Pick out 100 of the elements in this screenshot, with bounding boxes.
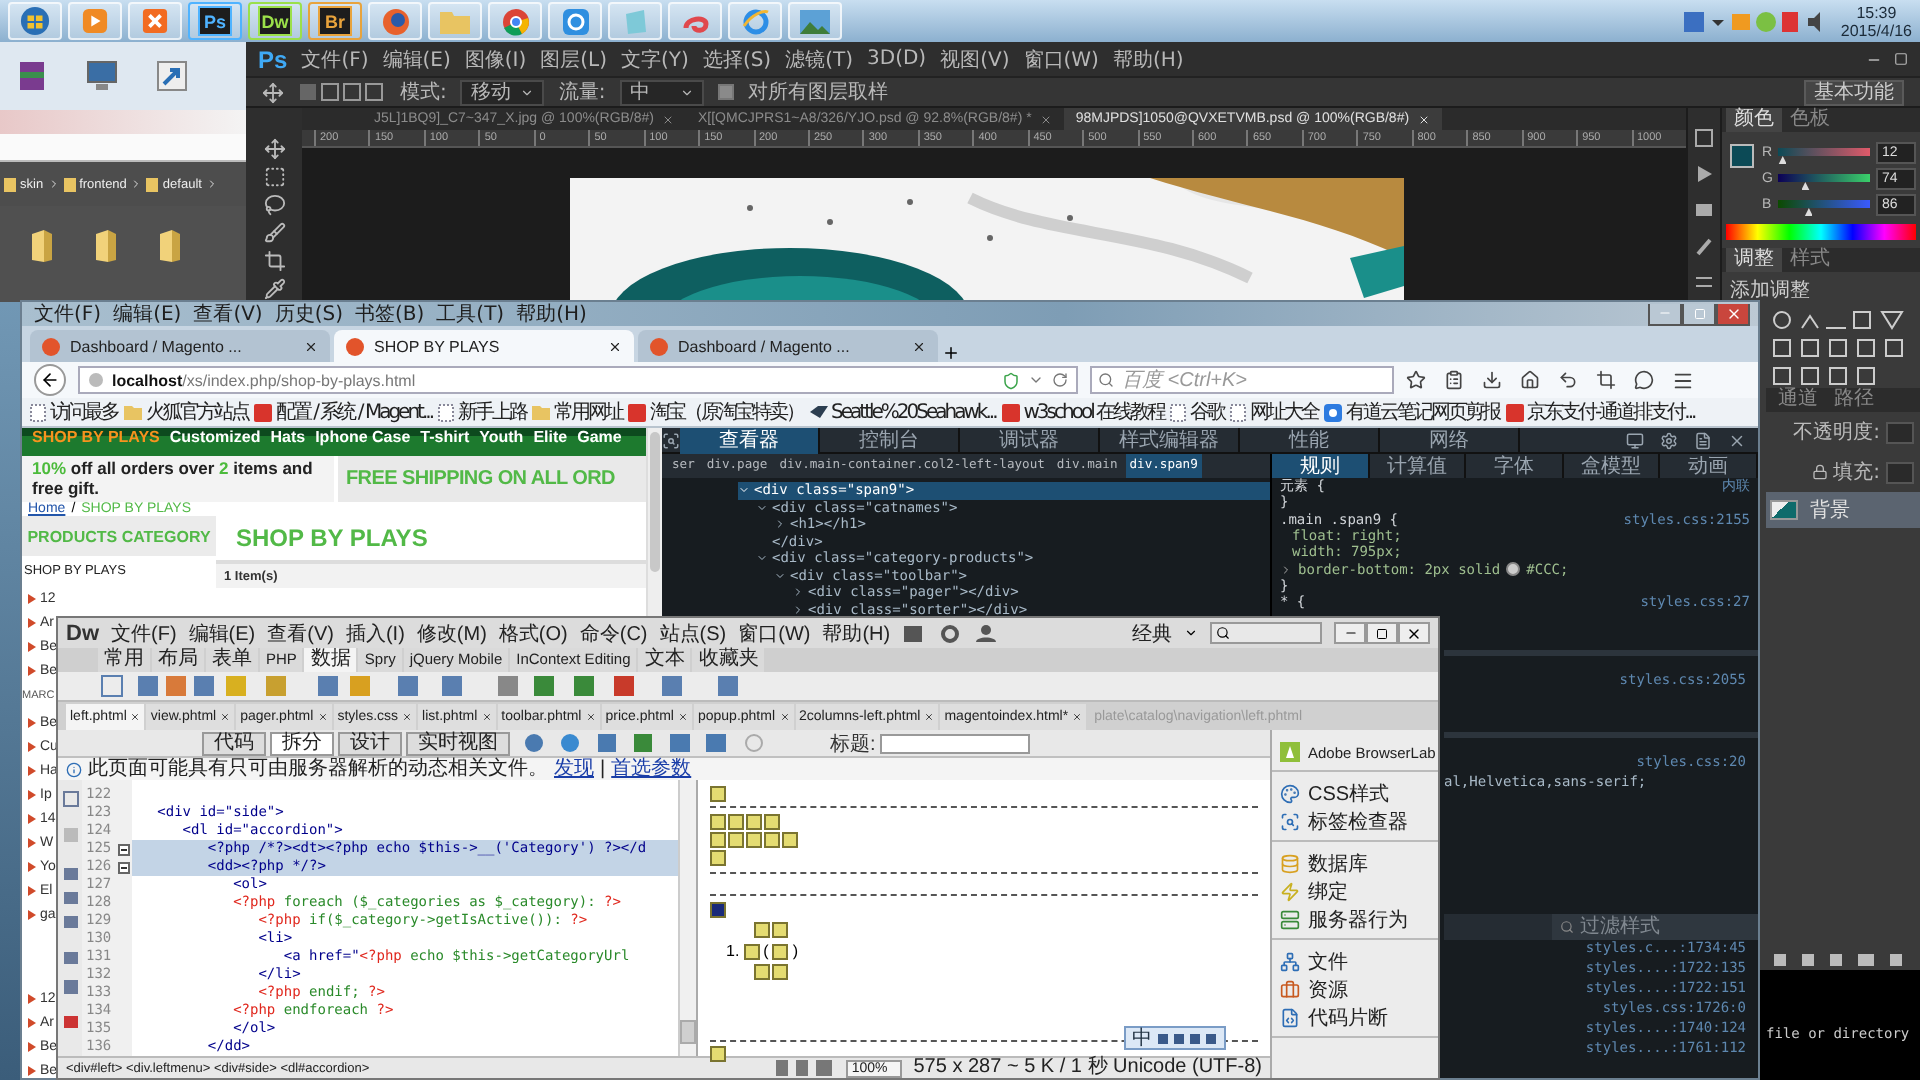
clipboard-icon[interactable] bbox=[1444, 370, 1464, 390]
slider-thumb[interactable] bbox=[1804, 208, 1813, 216]
menu-item[interactable]: 3D(D) bbox=[867, 48, 927, 70]
taskbar-button[interactable]: Br bbox=[308, 2, 362, 40]
panel-item[interactable]: 服务器行为 bbox=[1272, 906, 1438, 934]
fold-icon[interactable] bbox=[118, 843, 130, 855]
preferences-link[interactable]: 首选参数 bbox=[611, 758, 692, 780]
close-button[interactable] bbox=[1398, 622, 1430, 644]
close-button[interactable] bbox=[1716, 303, 1750, 325]
folder-icon[interactable] bbox=[96, 230, 116, 262]
bookmark-link[interactable]: w3school 在线教程 bbox=[1023, 398, 1165, 426]
caret-icon[interactable] bbox=[1028, 372, 1044, 388]
devtools-tab[interactable]: 查看器 bbox=[680, 427, 820, 453]
bookmark-link[interactable]: 有道云笔记网页剪报 bbox=[1346, 398, 1500, 426]
download-icon[interactable] bbox=[1482, 370, 1502, 390]
menu-item[interactable]: 窗口(W) bbox=[738, 619, 811, 647]
browser-tab[interactable]: SHOP BY PLAYS bbox=[334, 330, 634, 362]
back-button[interactable] bbox=[34, 364, 66, 396]
menu-icon[interactable] bbox=[1672, 369, 1694, 391]
sidebar-tab[interactable]: 盒模型 bbox=[1563, 454, 1661, 478]
nav-link[interactable]: Customized bbox=[169, 428, 261, 446]
menu-item[interactable]: 命令(C) bbox=[579, 619, 648, 647]
panel-item[interactable]: 资源 bbox=[1272, 976, 1438, 1004]
menu-item[interactable]: 插入(I) bbox=[345, 619, 405, 647]
bookmark-link[interactable]: 淘宝（原淘宝特卖） bbox=[650, 398, 804, 426]
taskbar-button[interactable] bbox=[668, 2, 722, 40]
workspace-dropdown[interactable]: 经典 bbox=[1132, 619, 1172, 647]
search-field[interactable]: 百度 <Ctrl+K> bbox=[1090, 366, 1394, 394]
menu-item[interactable]: 帮助(H) bbox=[822, 619, 891, 647]
title-field[interactable] bbox=[879, 733, 1030, 753]
menu-item[interactable]: 编辑(E) bbox=[188, 619, 256, 647]
sidebar-tab[interactable]: 计算值 bbox=[1369, 454, 1467, 478]
marquee-icon[interactable] bbox=[263, 166, 285, 188]
browser-tab[interactable]: Dashboard / Magento ... bbox=[30, 330, 330, 362]
minimize-button[interactable] bbox=[1648, 303, 1682, 325]
menu-item[interactable]: 帮助(H) bbox=[1112, 45, 1184, 73]
menu-item[interactable]: 查看(V) bbox=[267, 619, 334, 647]
nav-link[interactable]: Youth bbox=[479, 428, 524, 446]
taskbar-button[interactable] bbox=[488, 2, 542, 40]
monitor-icon[interactable] bbox=[1626, 431, 1644, 449]
move-icon[interactable] bbox=[263, 138, 285, 160]
bookmark-link[interactable]: 访问最多 bbox=[50, 398, 118, 426]
view-button[interactable]: 设计 bbox=[338, 731, 402, 755]
nav-link[interactable]: Game bbox=[577, 428, 622, 446]
layer-row[interactable]: 背景 bbox=[1766, 492, 1920, 528]
panel-item[interactable]: 绑定 bbox=[1272, 878, 1438, 906]
color-spectrum[interactable] bbox=[1726, 224, 1916, 240]
nav-link[interactable]: Elite bbox=[533, 428, 568, 446]
panel-tab[interactable]: 色板 bbox=[1782, 108, 1838, 132]
close-icon[interactable] bbox=[608, 339, 622, 353]
view-button[interactable]: 代码 bbox=[202, 731, 266, 755]
panel-tab[interactable]: 路径 bbox=[1826, 388, 1882, 412]
bookmark-link[interactable]: 网址大全 bbox=[1250, 398, 1319, 426]
insert-tab[interactable]: 布局 bbox=[152, 648, 204, 672]
bookmark-link[interactable]: 常用网址 bbox=[554, 398, 623, 426]
menu-item[interactable]: 文件(F) bbox=[34, 303, 102, 325]
close-icon[interactable] bbox=[304, 339, 318, 353]
bookmark-link[interactable]: 谷歌 bbox=[1190, 398, 1225, 426]
panel-item[interactable]: 数据库 bbox=[1272, 850, 1438, 878]
nav-link[interactable]: T-shirt bbox=[420, 428, 470, 446]
taskbar-button[interactable] bbox=[368, 2, 422, 40]
menu-item[interactable]: 窗口(W) bbox=[1023, 45, 1099, 73]
brush-icon[interactable] bbox=[1694, 236, 1714, 256]
search-field[interactable] bbox=[1210, 622, 1322, 644]
lock-icon[interactable] bbox=[1811, 464, 1828, 480]
panel-item[interactable]: 文件 bbox=[1272, 948, 1438, 976]
brush-icon[interactable] bbox=[263, 222, 285, 244]
menu-item[interactable]: 滤镜(T) bbox=[785, 45, 854, 73]
menu-item[interactable]: 帮助(H) bbox=[516, 303, 587, 325]
insert-tab[interactable]: 常用 bbox=[98, 648, 150, 672]
new-tab-icon[interactable] bbox=[942, 344, 960, 362]
filter-field[interactable]: 过滤样式 bbox=[1552, 914, 1758, 941]
color-swatch[interactable] bbox=[1506, 562, 1521, 577]
menu-item[interactable]: 图层(L) bbox=[540, 45, 608, 73]
taskbar-button[interactable]: Ps bbox=[188, 2, 242, 40]
play-icon[interactable] bbox=[1694, 164, 1714, 184]
menu-item[interactable]: 编辑(E) bbox=[382, 45, 451, 73]
chat-icon[interactable] bbox=[1634, 370, 1654, 390]
close-icon[interactable] bbox=[912, 339, 926, 353]
address-field[interactable]: localhost/xs/index.php/shop-by-plays.html bbox=[78, 366, 1078, 394]
menu-item[interactable]: 格式(O) bbox=[498, 619, 568, 647]
option-dropdown[interactable]: 移动 bbox=[460, 79, 545, 105]
page-icon[interactable] bbox=[1694, 431, 1712, 449]
nav-link[interactable]: Iphone Case bbox=[315, 428, 411, 446]
reload-icon[interactable] bbox=[1052, 372, 1068, 388]
opacity-field[interactable] bbox=[1886, 421, 1914, 443]
menu-item[interactable]: 修改(M) bbox=[416, 619, 487, 647]
panel-tab[interactable]: 样式 bbox=[1782, 248, 1838, 272]
move-tool-icon[interactable] bbox=[262, 81, 284, 103]
menu-item[interactable]: 选择(S) bbox=[702, 45, 772, 73]
panel-tab[interactable]: 通道 bbox=[1770, 388, 1826, 412]
nav-link[interactable]: Hats bbox=[270, 428, 306, 446]
crop-icon[interactable] bbox=[263, 250, 285, 272]
menu-item[interactable]: 书签(B) bbox=[355, 303, 425, 325]
menu-item[interactable]: 文件(F) bbox=[301, 45, 369, 73]
sliders-icon[interactable] bbox=[1694, 272, 1714, 292]
menu-item[interactable]: 文件(F) bbox=[111, 619, 177, 647]
menu-item[interactable]: 历史(S) bbox=[274, 303, 343, 325]
sidebar-tab[interactable]: 动画 bbox=[1660, 454, 1758, 478]
slider-thumb[interactable] bbox=[1801, 182, 1810, 190]
